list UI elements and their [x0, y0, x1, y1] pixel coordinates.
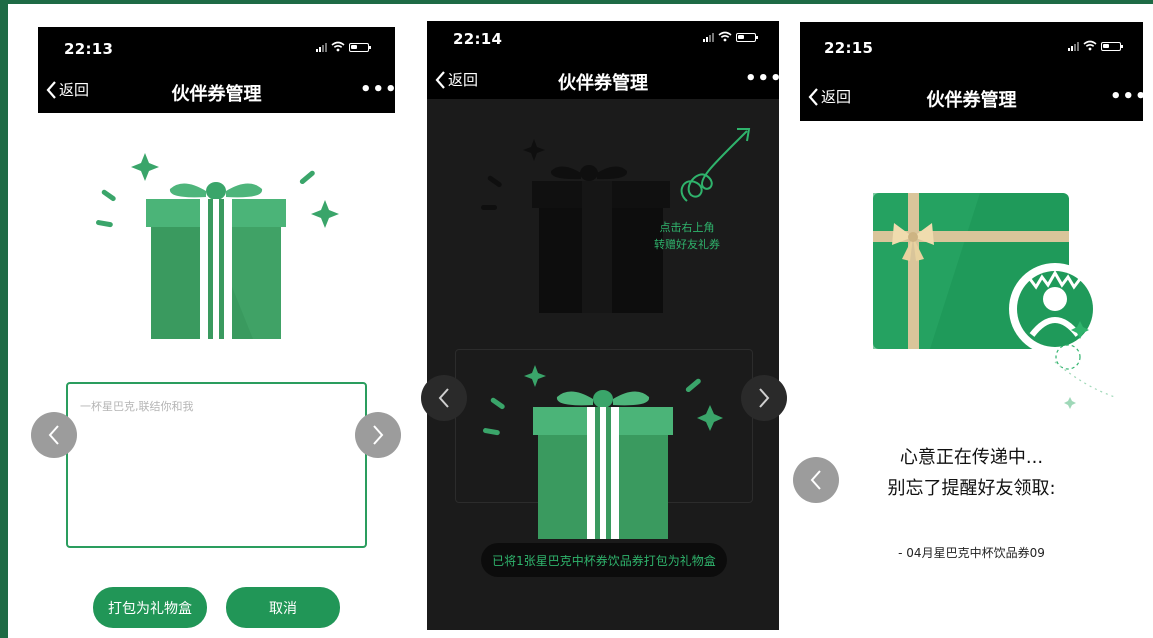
screen-1-prev-arrow[interactable]	[31, 412, 77, 458]
screen-1-next-arrow[interactable]	[355, 412, 401, 458]
screen-3: 22:15 返回 伙伴券管理 •••	[800, 22, 1143, 630]
chevron-left-icon	[438, 388, 449, 408]
status-icons	[703, 31, 758, 42]
wifi-icon	[331, 41, 345, 52]
battery-icon	[736, 33, 758, 42]
page-title: 伙伴券管理	[558, 73, 648, 94]
coupon-name: - 04月星巴克中杯饮品券09	[898, 546, 1045, 560]
signal-icon	[703, 33, 714, 42]
hint-line-2: 转赠好友礼券	[654, 238, 720, 251]
more-menu-button[interactable]: •••	[745, 68, 779, 89]
chevron-left-icon	[48, 425, 59, 445]
delivery-message: 心意正在传递中... 别忘了提醒好友领取:	[800, 442, 1143, 504]
starbucks-logo-icon	[1009, 263, 1101, 355]
screen-2-next-arrow[interactable]	[741, 375, 787, 421]
gift-card-icon	[873, 193, 1116, 409]
signal-icon	[1068, 42, 1079, 51]
more-menu-button[interactable]: •••	[360, 79, 395, 100]
wifi-icon	[1083, 40, 1097, 51]
wrap-gift-button[interactable]: 打包为礼物盒	[93, 587, 207, 628]
page-title: 伙伴券管理	[171, 84, 262, 105]
screen-3-header: 22:15 返回 伙伴券管理 •••	[800, 22, 1143, 121]
message-placeholder: 一杯星巴克,联结你和我	[80, 400, 194, 413]
gift-box-icon	[482, 365, 723, 539]
gift-box-icon	[95, 153, 339, 339]
battery-icon	[349, 43, 371, 52]
status-icons	[1068, 40, 1123, 51]
forward-hint: 点击右上角 转赠好友礼券	[632, 219, 742, 253]
screen-2-header: 22:14 返回 伙伴券管理 •••	[427, 21, 779, 99]
more-menu-button[interactable]: •••	[1110, 86, 1143, 107]
chevron-left-icon	[810, 470, 821, 490]
screen-2: 22:14 返回 伙伴券管理 ••• 点击右上角 转赠好友礼券 已将1张星巴克中…	[427, 21, 779, 630]
message-line-2: 别忘了提醒好友领取:	[887, 478, 1056, 499]
message-line-1: 心意正在传递中...	[899, 447, 1044, 468]
status-time: 22:15	[824, 39, 874, 57]
gift-message-input[interactable]: 一杯星巴克,联结你和我	[66, 382, 367, 548]
status-time: 22:14	[453, 30, 503, 48]
wifi-icon	[718, 31, 732, 42]
screen-1: 22:13 返回 伙伴券管理 ••• 一杯星巴克,联结你和我 打包为礼物盒 取消	[38, 27, 395, 638]
status-icons	[316, 41, 371, 52]
screen-3-prev-arrow[interactable]	[793, 457, 839, 503]
screen-2-prev-arrow[interactable]	[421, 375, 467, 421]
chevron-right-icon	[759, 388, 770, 408]
hint-line-1: 点击右上角	[659, 221, 715, 234]
battery-icon	[1101, 42, 1123, 51]
cancel-button[interactable]: 取消	[226, 587, 340, 628]
screen-1-header: 22:13 返回 伙伴券管理 •••	[38, 27, 395, 113]
signal-icon	[316, 43, 327, 52]
status-time: 22:13	[64, 40, 114, 58]
arrow-swirl-icon	[680, 128, 751, 202]
chevron-right-icon	[373, 425, 384, 445]
page-title: 伙伴券管理	[926, 90, 1017, 111]
wrapped-status-message: 已将1张星巴克中杯券饮品券打包为礼物盒	[481, 543, 727, 577]
